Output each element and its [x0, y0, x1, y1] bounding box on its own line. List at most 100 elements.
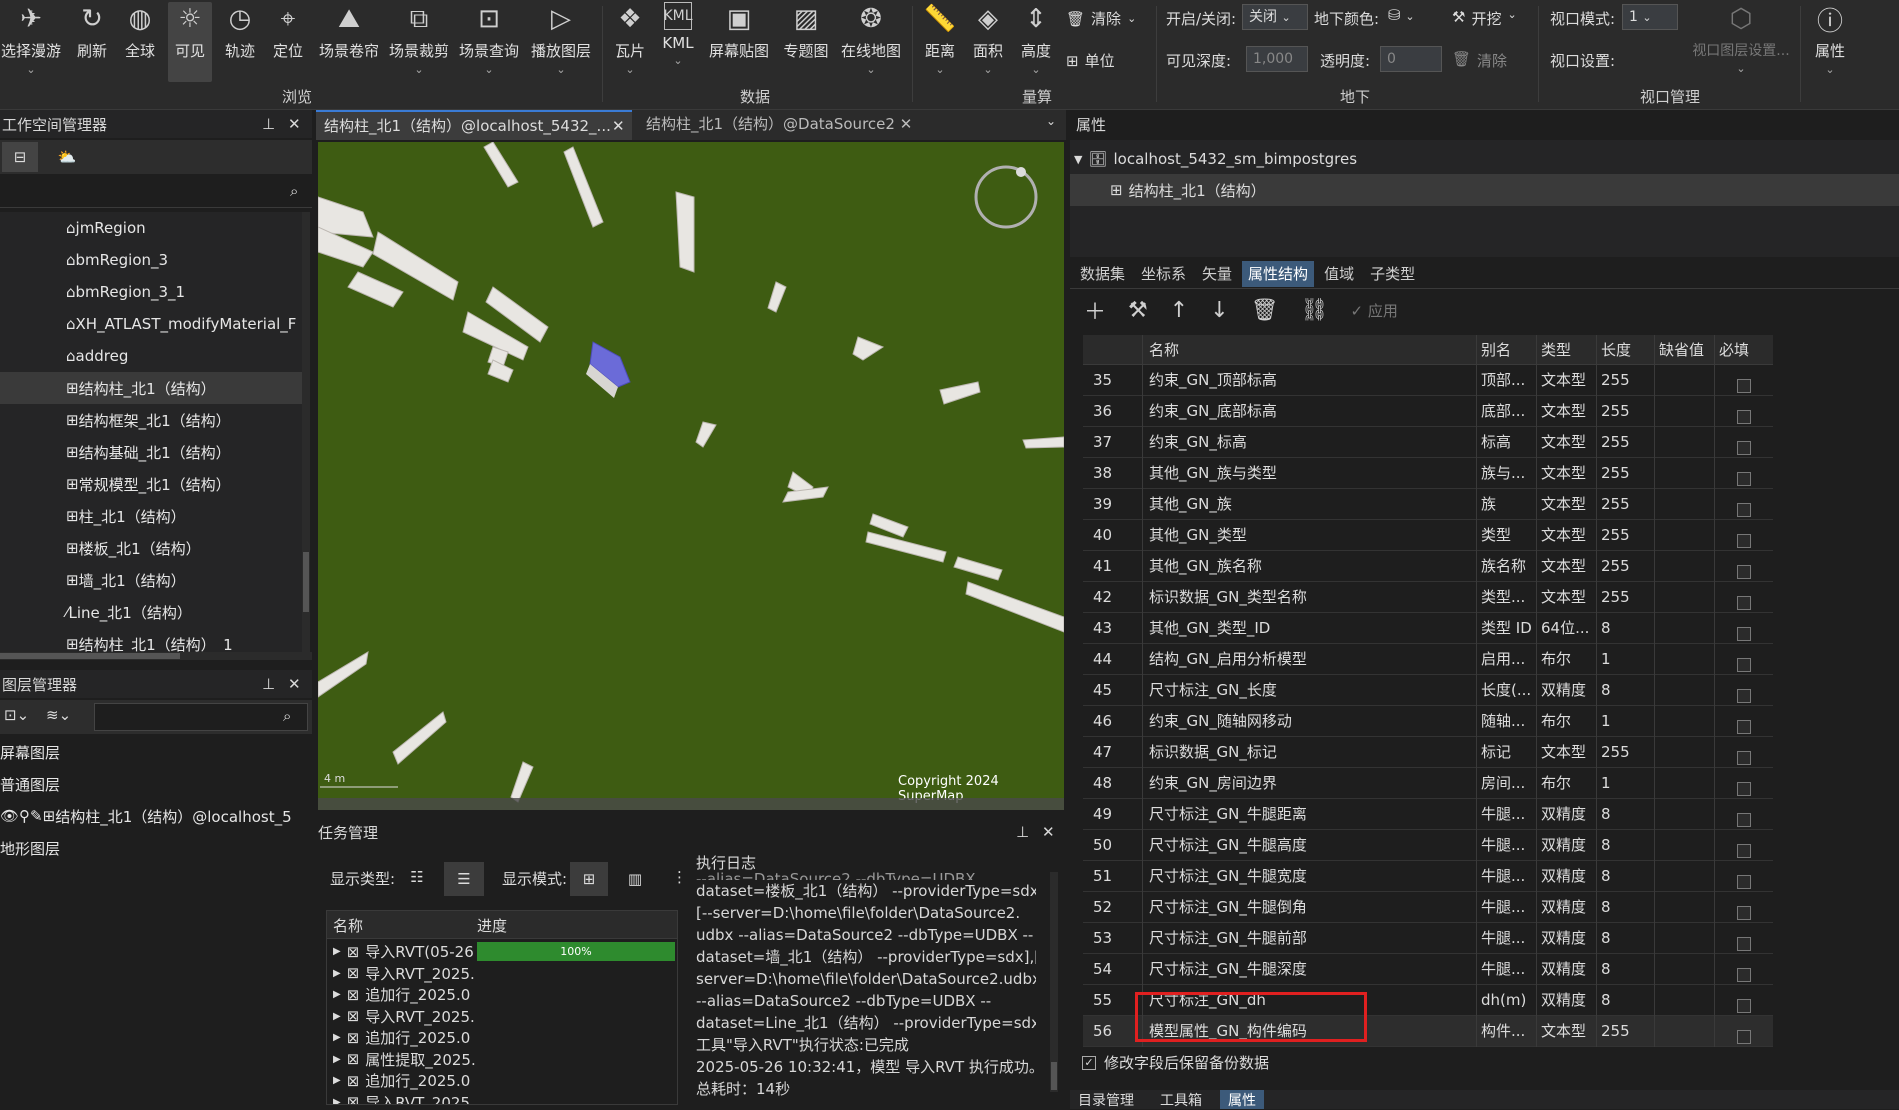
layer-item[interactable]: 地形图层 [0, 832, 312, 864]
close-icon[interactable]: ✕ [288, 675, 301, 693]
play-layer-button[interactable]: ▷ 播放图层 ⌄ [528, 2, 594, 76]
required-checkbox[interactable] [1737, 936, 1751, 951]
apply-button[interactable]: ✓ 应用 [1351, 300, 1398, 321]
pin-icon[interactable]: ⊥ [1016, 823, 1029, 841]
tree-item[interactable]: ⌂ XH_ATLAST_modifyMaterial_F [0, 308, 302, 340]
tree-item[interactable]: ⊞ 结构柱_北1（结构）_1 [0, 628, 302, 652]
properties-button[interactable]: ⓘ 属性 ⌄ [1808, 2, 1852, 77]
tile-button[interactable]: ❖ 瓦片 ⌄ [608, 2, 652, 76]
scene-tab-active[interactable]: 结构柱_北1（结构）@localhost_5432_... ✕ [316, 110, 632, 140]
required-checkbox[interactable] [1737, 843, 1751, 858]
add-icon[interactable]: ＋ [1084, 294, 1106, 326]
scene-tab-icon[interactable]: ⛅ [50, 142, 84, 172]
clear-measure-button[interactable]: 🗑 清除 ⌄ [1066, 8, 1136, 29]
tree-item[interactable]: ⊞ 楼板_北1（结构） [0, 532, 302, 564]
field-row[interactable]: 50 尺寸标注_GN_牛腿高度 牛腿... 双精度 8 [1083, 829, 1773, 861]
required-checkbox[interactable] [1737, 874, 1751, 889]
add-layer-icon[interactable]: ⊡⌄ [4, 706, 29, 724]
layers-icon[interactable]: ≋⌄ [46, 706, 71, 724]
roam-button[interactable]: ✈ 选择漫游 ⌄ [0, 2, 62, 76]
tree-hscrollbar[interactable] [0, 652, 312, 660]
tab-catalog[interactable]: 目录管理 [1070, 1090, 1142, 1109]
required-checkbox[interactable] [1737, 409, 1751, 424]
task-row[interactable]: ▶ ⊠ 导入RVT(05-26 100% [327, 941, 677, 962]
field-row[interactable]: 44 结构_GN_启用分析模型 启用... 布尔 1 [1083, 643, 1773, 675]
chevron-down-icon[interactable]: ⌄ [1046, 114, 1056, 128]
field-row[interactable]: 40 其他_GN_类型 类型 文本型 255 [1083, 519, 1773, 551]
unit-button[interactable]: ⊞ 单位 [1066, 50, 1115, 71]
caret-right-icon[interactable]: ▶ [333, 1032, 341, 1043]
visible-button[interactable]: ☼ 可见 [168, 2, 212, 82]
field-row[interactable]: 41 其他_GN_族名称 族名称 文本型 255 [1083, 550, 1773, 582]
viewport-mode-select[interactable]: 1 ⌄ [1622, 4, 1678, 30]
color-picker[interactable]: ⛁ ⌄ [1388, 6, 1415, 24]
arrow-up-icon[interactable]: ↑ [1170, 298, 1188, 323]
task-row[interactable]: ▶ ⊠ 追加行_2025.0 [327, 1027, 677, 1048]
props-tree-root[interactable]: ▼ 🗄 localhost_5432_sm_bimpostgres [1074, 144, 1357, 174]
scene-swipe-button[interactable]: ⛰ 场景卷帘 [316, 2, 382, 61]
tree-item[interactable]: ⊞ 常规模型_北1（结构） [0, 468, 302, 500]
scene-query-button[interactable]: ⊡ 场景查询 ⌄ [456, 2, 522, 76]
task-row[interactable]: ▶ ⊠ 属性提取_2025. [327, 1049, 677, 1070]
layer-item[interactable]: 普通图层 [0, 768, 312, 800]
screen-overlay-button[interactable]: ▣ 屏幕贴图 [706, 2, 772, 61]
height-button[interactable]: ⇕ 高度 ⌄ [1014, 2, 1058, 76]
log-scrollbar[interactable] [1050, 872, 1058, 1092]
required-checkbox[interactable] [1737, 626, 1751, 641]
arrow-down-icon[interactable]: ↓ [1210, 298, 1228, 323]
tree-item[interactable]: ⊞ 结构基础_北1（结构） [0, 436, 302, 468]
excavate-button[interactable]: ⚒ 开挖 ⌄ [1452, 8, 1517, 29]
close-icon[interactable]: ✕ [1042, 823, 1055, 841]
grid-view-icon[interactable]: ⊞ [570, 862, 608, 896]
field-row[interactable]: 42 标识数据_GN_类型名称 类型... 文本型 255 [1083, 581, 1773, 613]
tree-item[interactable]: ⌂ bmRegion_3 [0, 244, 302, 276]
field-row[interactable]: 39 其他_GN_族族文本型 255 [1083, 488, 1773, 520]
eye-icon[interactable]: 👁 [0, 807, 19, 825]
tree-item[interactable]: ⊞ 墙_北1（结构） [0, 564, 302, 596]
field-row[interactable]: 38 其他_GN_族与类型 族与... 文本型 255 [1083, 457, 1773, 489]
required-checkbox[interactable] [1737, 688, 1751, 703]
required-checkbox[interactable] [1737, 905, 1751, 920]
task-row[interactable]: ▶ ⊠ 追加行_2025.0 [327, 984, 677, 1005]
task-row[interactable]: ▶ ⊠ 导入RVT_2025. [327, 963, 677, 984]
field-row[interactable]: 55 尺寸标注_GN_dh dh(m) 双精度 8 [1083, 984, 1773, 1016]
close-icon[interactable]: ✕ [288, 115, 301, 133]
tree-item-selected[interactable]: ⊞ 结构柱_北1（结构） [0, 372, 302, 404]
online-map-button[interactable]: ❂ 在线地图 ⌄ [838, 2, 904, 76]
field-row[interactable]: 51 尺寸标注_GN_牛腿宽度 牛腿... 双精度 8 [1083, 860, 1773, 892]
tab-vector[interactable]: 矢量 [1196, 261, 1238, 287]
caret-right-icon[interactable]: ▶ [333, 1011, 341, 1022]
field-row[interactable]: 52 尺寸标注_GN_牛腿倒角 牛腿... 双精度 8 [1083, 891, 1773, 923]
search-icon[interactable]: ⌕ [290, 182, 298, 200]
field-row[interactable]: 48 约束_GN_房间边界 房间... 布尔 1 [1083, 767, 1773, 799]
tab-properties[interactable]: 属性 [1220, 1090, 1264, 1109]
field-row[interactable]: 47 标识数据_GN_标记 标记 文本型 255 [1083, 736, 1773, 768]
required-checkbox[interactable] [1737, 471, 1751, 486]
field-row[interactable]: 45 尺寸标注_GN_长度 长度(... 双精度 8 [1083, 674, 1773, 706]
depth-input[interactable]: 1,000 [1246, 46, 1308, 72]
field-row[interactable]: 54 尺寸标注_GN_牛腿深度 牛腿... 双精度 8 [1083, 953, 1773, 985]
track-button[interactable]: ◷ 轨迹 [218, 2, 262, 61]
distance-button[interactable]: 📏 距离 ⌄ [918, 2, 962, 76]
checklist-icon[interactable]: ☷ [402, 862, 432, 892]
tab-toolbox[interactable]: 工具箱 [1152, 1090, 1210, 1109]
select-icon[interactable]: ⚲ [19, 807, 30, 825]
area-button[interactable]: ◈ 面积 ⌄ [966, 2, 1010, 76]
globe-button[interactable]: ◍ 全球 [118, 2, 162, 61]
required-checkbox[interactable] [1737, 378, 1751, 393]
scene-viewport[interactable]: 4 m Copyright 2024 SuperMap [318, 142, 1064, 810]
clear-underground-button[interactable]: 🗑 清除 [1452, 50, 1507, 71]
locate-button[interactable]: ⌖ 定位 [266, 2, 310, 61]
column-view-icon[interactable]: ▥ [618, 862, 652, 896]
layers-search-input[interactable]: ⌕ [94, 703, 308, 731]
link-icon[interactable]: ⛓ [1301, 298, 1329, 323]
field-row[interactable]: 43 其他_GN_类型_ID 类型 ID 64位... 8 [1083, 612, 1773, 644]
required-checkbox[interactable] [1737, 781, 1751, 796]
tree-item[interactable]: ⁄ Line_北1（结构） [0, 596, 302, 628]
required-checkbox[interactable] [1737, 502, 1751, 517]
required-checkbox[interactable] [1737, 812, 1751, 827]
required-checkbox[interactable] [1737, 967, 1751, 982]
required-checkbox[interactable] [1737, 1029, 1751, 1044]
task-row[interactable]: ▶ ⊠ 追加行_2025.0 [327, 1070, 677, 1091]
tab-subtype[interactable]: 子类型 [1364, 261, 1421, 287]
